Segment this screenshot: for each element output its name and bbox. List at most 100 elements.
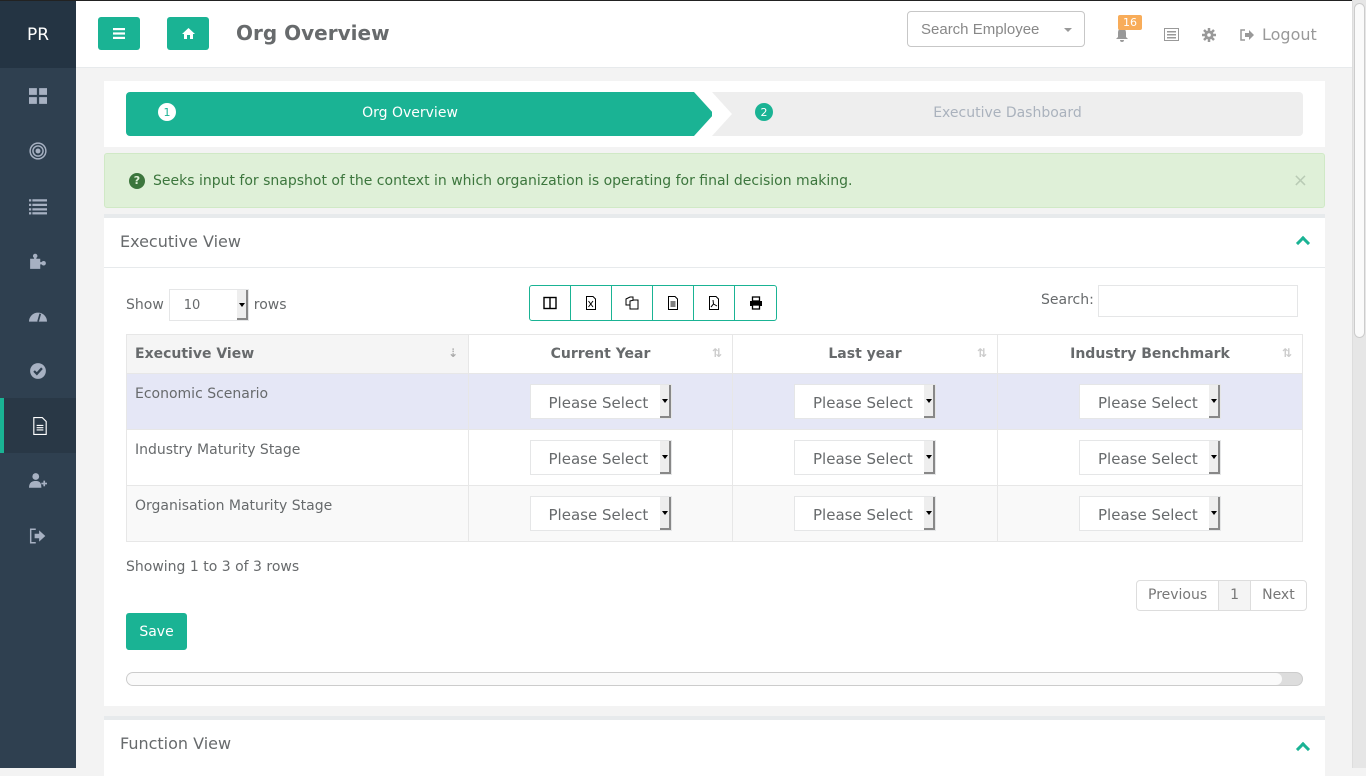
sort-icon: ⇅ bbox=[976, 346, 987, 360]
page-scrollbar-thumb[interactable] bbox=[1354, 3, 1365, 338]
sidebar-item-modules[interactable] bbox=[0, 233, 76, 288]
last-year-select[interactable]: Please Select bbox=[794, 384, 936, 419]
dropdown-arrow-icon bbox=[1209, 441, 1220, 474]
column-header-executive-view[interactable]: Executive View ⇣ bbox=[126, 334, 469, 374]
columns-button[interactable] bbox=[530, 286, 571, 320]
columns-icon bbox=[543, 296, 557, 310]
logout-button[interactable]: Logout bbox=[1240, 25, 1317, 44]
select-value: Please Select bbox=[813, 450, 913, 468]
row-label: Economic Scenario bbox=[126, 373, 469, 430]
wizard-step-executive-dashboard[interactable]: 2 Executive Dashboard bbox=[712, 92, 1303, 136]
dropdown-arrow-icon bbox=[1209, 497, 1220, 530]
step-label: Executive Dashboard bbox=[933, 105, 1082, 121]
current-year-select[interactable]: Please Select bbox=[529, 384, 672, 419]
page-scrollbar[interactable] bbox=[1352, 0, 1366, 768]
puzzle-icon bbox=[30, 253, 46, 269]
table-horizontal-scrollbar[interactable] bbox=[126, 672, 1303, 686]
messages-icon[interactable] bbox=[1164, 28, 1179, 41]
table-row: Industry Maturity Stage Please Select Pl… bbox=[126, 429, 1303, 486]
notification-badge: 16 bbox=[1118, 15, 1142, 30]
column-header-last-year[interactable]: Last year ⇅ bbox=[732, 334, 998, 374]
row-label: Industry Maturity Stage bbox=[126, 429, 469, 486]
gear-icon[interactable] bbox=[1202, 28, 1216, 42]
table-search-input[interactable] bbox=[1098, 285, 1298, 317]
select-value: Please Select bbox=[1098, 394, 1198, 412]
wizard-step-org-overview[interactable]: 1 Org Overview bbox=[126, 92, 714, 136]
print-button[interactable] bbox=[735, 286, 776, 320]
dropdown-arrow-icon bbox=[236, 290, 248, 320]
table-row: Economic Scenario Please Select Please S… bbox=[126, 373, 1303, 430]
sidebar-item-goals[interactable] bbox=[0, 123, 76, 178]
check-circle-icon bbox=[30, 362, 46, 379]
export-excel-button[interactable] bbox=[571, 286, 612, 320]
sidebar-item-dashboard[interactable] bbox=[0, 68, 76, 123]
chevron-up-icon[interactable] bbox=[1295, 741, 1311, 757]
alert-text: Seeks input for snapshot of the context … bbox=[153, 172, 853, 189]
sidebar-item-logout[interactable] bbox=[0, 508, 76, 563]
target-icon bbox=[29, 141, 47, 160]
dropdown-arrow-icon bbox=[659, 385, 671, 418]
sidebar-item-org-overview[interactable] bbox=[0, 398, 76, 453]
chevron-up-icon[interactable] bbox=[1295, 235, 1311, 251]
pdf-icon bbox=[709, 296, 719, 310]
table-header-row: Executive View ⇣ Current Year ⇅ Last year ⇅… bbox=[126, 334, 1303, 374]
current-year-select[interactable]: Please Select bbox=[529, 496, 672, 531]
function-view-panel: Function View bbox=[104, 716, 1325, 776]
top-navbar: PR Org Overview Search Employee 16 Logou… bbox=[0, 0, 1366, 69]
current-year-select[interactable]: Please Select bbox=[529, 440, 672, 475]
sidebar-item-approvals[interactable] bbox=[0, 343, 76, 398]
show-label: Show bbox=[126, 297, 164, 313]
dropdown-arrow-icon bbox=[924, 497, 935, 530]
industry-benchmark-select[interactable]: Please Select bbox=[1079, 384, 1221, 419]
page-size-select[interactable]: 10 bbox=[168, 289, 249, 321]
home-button[interactable] bbox=[167, 17, 209, 50]
print-icon bbox=[749, 296, 762, 310]
dashboard-icon bbox=[29, 87, 47, 104]
select-value: Please Select bbox=[1098, 506, 1198, 524]
save-button[interactable]: Save bbox=[126, 613, 187, 650]
column-header-current-year[interactable]: Current Year ⇅ bbox=[468, 334, 733, 374]
previous-page-button[interactable]: Previous bbox=[1137, 581, 1220, 610]
copy-button[interactable] bbox=[612, 286, 653, 320]
column-header-industry-benchmark[interactable]: Industry Benchmark ⇅ bbox=[997, 334, 1303, 374]
column-header-label: Executive View bbox=[135, 346, 255, 362]
dropdown-arrow-icon bbox=[1209, 385, 1220, 418]
brand-logo[interactable]: PR bbox=[0, 1, 76, 69]
panel-title: Function View bbox=[120, 734, 232, 753]
export-pdf-button[interactable] bbox=[694, 286, 735, 320]
sign-out-icon bbox=[1240, 28, 1254, 41]
sign-out-icon bbox=[29, 528, 46, 543]
search-label: Search: bbox=[1041, 292, 1094, 308]
panel-title: Executive View bbox=[120, 232, 241, 251]
last-year-select[interactable]: Please Select bbox=[794, 440, 936, 475]
logout-label: Logout bbox=[1262, 25, 1317, 44]
close-icon[interactable]: × bbox=[1293, 170, 1308, 191]
page-title: Org Overview bbox=[236, 21, 390, 45]
column-header-label: Last year bbox=[828, 346, 902, 362]
search-employee-select[interactable]: Search Employee bbox=[907, 11, 1085, 47]
last-year-select[interactable]: Please Select bbox=[794, 496, 936, 531]
sidebar-item-list[interactable] bbox=[0, 178, 76, 233]
table-row: Organisation Maturity Stage Please Selec… bbox=[126, 485, 1303, 542]
industry-benchmark-select[interactable]: Please Select bbox=[1079, 440, 1221, 475]
row-label: Organisation Maturity Stage bbox=[126, 485, 469, 542]
sidebar-item-performance[interactable] bbox=[0, 288, 76, 343]
page-1-button[interactable]: 1 bbox=[1219, 581, 1252, 610]
page-size-control: Show 10 rows bbox=[126, 289, 287, 321]
dropdown-arrow-icon bbox=[659, 497, 671, 530]
industry-benchmark-select[interactable]: Please Select bbox=[1079, 496, 1221, 531]
executive-view-panel: Executive View Show 10 rows Search: Exec… bbox=[104, 214, 1325, 706]
next-page-button[interactable]: Next bbox=[1251, 581, 1306, 610]
home-icon bbox=[181, 28, 195, 39]
sidebar-item-add-user[interactable] bbox=[0, 453, 76, 508]
export-csv-button[interactable] bbox=[653, 286, 694, 320]
pagination-info: Showing 1 to 3 of 3 rows bbox=[126, 559, 300, 575]
menu-toggle-button[interactable] bbox=[98, 17, 140, 50]
question-circle-icon: ? bbox=[129, 172, 145, 189]
export-toolbar bbox=[529, 285, 777, 321]
scrollbar-thumb[interactable] bbox=[127, 673, 1282, 685]
copy-icon bbox=[625, 296, 639, 310]
sort-desc-icon: ⇣ bbox=[447, 346, 458, 360]
select-value: Please Select bbox=[813, 506, 913, 524]
csv-icon bbox=[668, 296, 678, 310]
